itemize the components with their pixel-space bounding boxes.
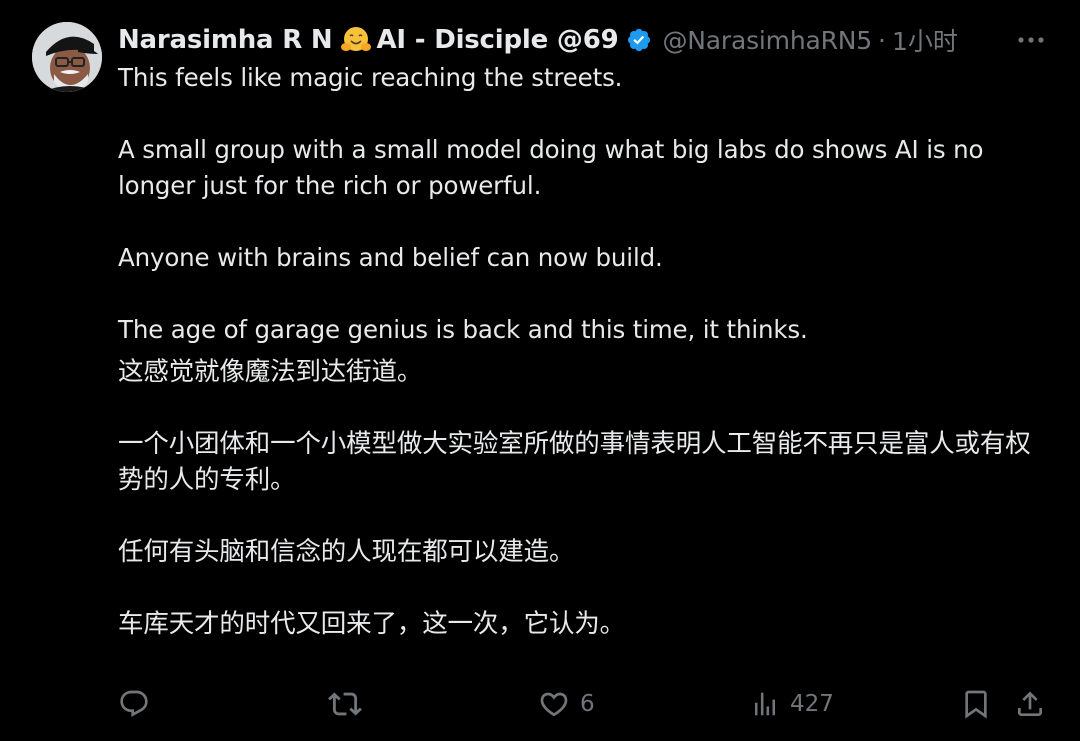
- hugging-face-emoji-icon: [340, 25, 371, 55]
- retweet-button[interactable]: [328, 684, 372, 724]
- like-button[interactable]: 6: [538, 684, 595, 724]
- tweet-text-line: Anyone with brains and belief can now bu…: [118, 243, 663, 272]
- translated-text-line: 这感觉就像魔法到达街道。: [118, 357, 423, 387]
- tweet-timestamp[interactable]: 1小时: [892, 22, 958, 58]
- bookmark-button[interactable]: [960, 684, 992, 724]
- tweet-header: Narasimha R N AI - Disciple @69 @Narasim…: [118, 22, 958, 58]
- views-analytics-icon: [755, 692, 775, 716]
- tweet-body: This feels like magic reaching the stree…: [118, 60, 1048, 642]
- translated-text-line: 车库天才的时代又回来了，这一次，它认为。: [118, 609, 626, 639]
- tweet-text-line: The age of garage genius is back and thi…: [118, 315, 808, 344]
- translated-text-line: 一个小团体和一个小模型做大实验室所做的事情表明人工智能不再只是富人或有权势的人的…: [118, 429, 1031, 495]
- avatar-image: [32, 22, 102, 92]
- tweet-text-line: A small group with a small model doing w…: [118, 135, 984, 200]
- author-handle[interactable]: @NarasimhaRN5: [662, 26, 872, 55]
- views-button[interactable]: 427: [750, 684, 834, 724]
- views-count: 427: [790, 691, 834, 717]
- separator-dot: ·: [877, 25, 886, 55]
- share-upload-icon: [1018, 691, 1042, 716]
- tweet-text-line: This feels like magic reaching the stree…: [118, 63, 623, 92]
- heart-icon: [540, 692, 568, 717]
- verified-badge-icon[interactable]: [626, 27, 652, 53]
- tweet-action-bar: 6 427: [0, 684, 1080, 724]
- reply-icon: [120, 690, 148, 717]
- author-display-name[interactable]: Narasimha R N: [118, 25, 333, 55]
- tweet-card[interactable]: Narasimha R N AI - Disciple @69 @Narasim…: [0, 0, 1080, 741]
- retweet-icon: [328, 692, 362, 716]
- share-button[interactable]: [1014, 684, 1046, 724]
- more-options-button[interactable]: [1016, 32, 1046, 48]
- more-dots-icon: [1018, 37, 1044, 43]
- author-display-name-suffix[interactable]: AI - Disciple @69: [377, 25, 619, 55]
- avatar[interactable]: [32, 22, 102, 92]
- like-count: 6: [580, 691, 595, 717]
- bookmark-icon: [965, 690, 987, 719]
- reply-button[interactable]: [118, 684, 160, 724]
- translated-text-line: 任何有头脑和信念的人现在都可以建造。: [118, 537, 575, 567]
